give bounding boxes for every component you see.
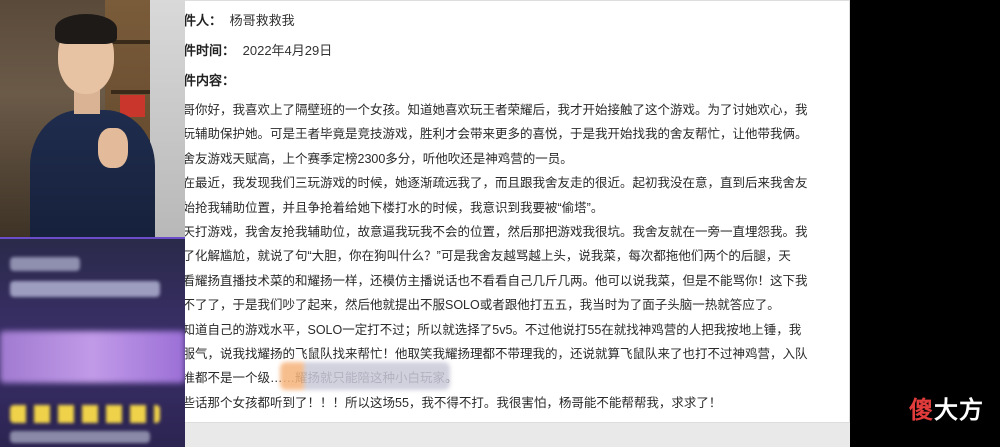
email-content-area: 发件人： 杨哥救救我 发件时间： 2022年4月29日 邮件内容： 杨哥你好，我… <box>170 0 830 415</box>
body-line: 这些话那个女孩都听到了！！！所以这场55，我不得不打。我很害怕，杨哥能不能帮帮我… <box>170 395 722 410</box>
blurred-text <box>10 257 80 271</box>
email-body: 杨哥你好，我喜欢上了隔壁班的一个女孩。知道她喜欢玩王者荣耀后，我才开始接触了这个… <box>170 98 830 415</box>
body-line: 只玩辅助保护她。可是王者毕竟是竞技游戏，胜利才会带来更多的喜悦，于是我开始找我的… <box>170 127 808 142</box>
body-line: 但在最近，我发现我们三玩游戏的时候，她逐渐疏远我了，而且跟我舍友走的很近。起初我… <box>170 176 808 191</box>
body-line: 天看耀扬直播技术菜的和耀扬一样，还模仿主播说话也不看看自己几斤几两。他可以说我菜… <box>170 273 808 288</box>
blurred-popup <box>280 362 450 390</box>
body-line: 我舍友游戏天赋高，上个赛季定榜2300多分，听他吹还是神鸡营的一员。 <box>170 151 573 166</box>
body-line: 不服气，说我找耀扬的飞鼠队找来帮忙！他取笑我耀扬理都不带理我的，还说就算飞鼠队来… <box>170 346 808 361</box>
streamer-body <box>30 110 155 237</box>
time-value: 2022年4月29日 <box>242 43 333 58</box>
watermark-char-2: 大方 <box>934 396 984 424</box>
streamer-hair <box>55 14 117 44</box>
document-footer-bar <box>150 423 850 447</box>
blurred-text <box>10 281 160 297</box>
background-window <box>150 0 185 237</box>
time-row: 发件时间： 2022年4月29日 <box>170 36 830 66</box>
watermark-logo: 傻大方 <box>909 390 984 425</box>
sender-value: 杨哥救救我 <box>229 13 295 28</box>
webcam-feed <box>0 0 185 237</box>
body-line: 开始抢我辅助位置，并且争抢着给她下楼打水的时候，我意识到我要被“偷塔”。 <box>170 200 604 215</box>
body-line: 标准都不是一个级……耀扬就只能陪这种小白玩家。 <box>170 366 830 390</box>
body-line: 昨天打游戏，我舍友抢我辅助位，故意逼我玩我不会的位置，然后那把游戏我很坑。我舍友… <box>170 224 808 239</box>
body-line: 我知道自己的游戏水平，SOLO一定打不过；所以就选择了5v5。不过他说打55在就… <box>170 322 802 337</box>
stream-screen: 发件人： 杨哥救救我 发件时间： 2022年4月29日 邮件内容： 杨哥你好，我… <box>0 0 1000 447</box>
blurred-banner <box>0 331 185 383</box>
body-line: 杨哥你好，我喜欢上了隔壁班的一个女孩。知道她喜欢玩王者荣耀后，我才开始接触了这个… <box>170 103 808 117</box>
body-line: 忍不了了，于是我们吵了起来，然后他就提出不服SOLO或者跟他打五五，我当时为了面… <box>170 298 780 313</box>
body-line: 为了化解尴尬，就说了句“大胆，你在狗叫什么？”可是我舍友越骂越上头，说我菜，每次… <box>170 249 791 264</box>
sender-row: 发件人： 杨哥救救我 <box>170 6 830 36</box>
email-document: 发件人： 杨哥救救我 发件时间： 2022年4月29日 邮件内容： 杨哥你好，我… <box>150 0 850 423</box>
streamer-hand <box>98 128 128 168</box>
content-row: 邮件内容： <box>170 66 830 96</box>
watermark-char-1: 傻 <box>909 396 934 424</box>
blurred-overlay-panel <box>0 237 185 447</box>
blurred-icons <box>10 405 160 423</box>
blurred-text <box>10 431 150 443</box>
